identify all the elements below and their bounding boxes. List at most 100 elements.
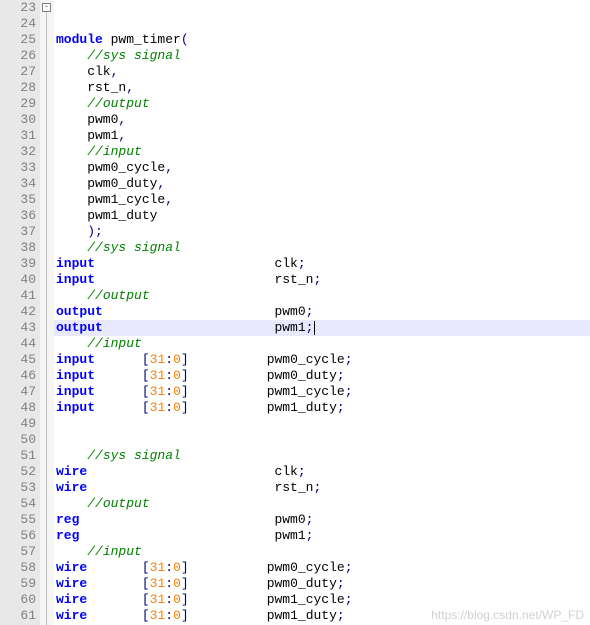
line-number: 56 xyxy=(0,528,36,544)
code-token: clk xyxy=(87,464,298,479)
code-token: pwm1_duty xyxy=(56,208,157,223)
code-token: 0 xyxy=(173,352,181,367)
code-token: [ xyxy=(142,592,150,607)
code-token: 31 xyxy=(150,384,166,399)
code-line[interactable]: //output xyxy=(54,288,590,304)
code-token: pwm1 xyxy=(79,528,305,543)
code-line[interactable]: input [31:0] pwm0_cycle; xyxy=(54,352,590,368)
line-number: 53 xyxy=(0,480,36,496)
code-token xyxy=(56,416,64,431)
code-line[interactable]: pwm1, xyxy=(54,128,590,144)
line-number: 26 xyxy=(0,48,36,64)
code-line[interactable]: wire rst_n; xyxy=(54,480,590,496)
code-token: [ xyxy=(142,384,150,399)
code-token: ; xyxy=(337,576,345,591)
code-token: pwm0 xyxy=(103,304,306,319)
code-line[interactable]: //input xyxy=(54,336,590,352)
code-token: input xyxy=(56,384,95,399)
line-number: 25 xyxy=(0,32,36,48)
code-token: input xyxy=(56,400,95,415)
code-token: //output xyxy=(87,288,149,303)
code-token: , xyxy=(118,112,126,127)
code-line[interactable]: wire [31:0] pwm0_cycle; xyxy=(54,560,590,576)
code-token: 0 xyxy=(173,592,181,607)
code-token xyxy=(95,400,142,415)
fold-guide-line xyxy=(46,12,47,625)
code-token: ; xyxy=(345,560,353,575)
code-line[interactable]: ); xyxy=(54,224,590,240)
code-line[interactable] xyxy=(54,432,590,448)
code-line[interactable]: input [31:0] pwm1_cycle; xyxy=(54,384,590,400)
code-token: ; xyxy=(337,368,345,383)
line-number: 23 xyxy=(0,0,36,16)
code-token: , xyxy=(157,176,165,191)
code-line[interactable]: //input xyxy=(54,544,590,560)
code-token: //output xyxy=(87,496,149,511)
code-line[interactable]: wire clk; xyxy=(54,464,590,480)
line-number: 44 xyxy=(0,336,36,352)
code-token: pwm0_cycle xyxy=(56,160,165,175)
code-token xyxy=(87,560,142,575)
code-line[interactable]: reg pwm1; xyxy=(54,528,590,544)
code-line[interactable]: output pwm0; xyxy=(54,304,590,320)
code-token xyxy=(56,240,87,255)
code-token xyxy=(56,336,87,351)
code-line[interactable]: wire [31:0] pwm1_duty; xyxy=(54,608,590,624)
line-number-gutter: 2324252627282930313233343536373839404142… xyxy=(0,0,40,625)
code-token: ; xyxy=(306,512,314,527)
code-line[interactable]: //output xyxy=(54,96,590,112)
code-token: wire xyxy=(56,464,87,479)
code-line[interactable]: output pwm1; xyxy=(54,320,590,336)
code-token: clk xyxy=(95,256,298,271)
line-number: 30 xyxy=(0,112,36,128)
code-line[interactable]: module pwm_timer( xyxy=(54,32,590,48)
code-token: ; xyxy=(313,480,321,495)
code-token xyxy=(56,432,64,447)
code-area[interactable]: module pwm_timer( //sys signal clk, rst_… xyxy=(54,0,590,625)
line-number: 27 xyxy=(0,64,36,80)
code-token: //sys signal xyxy=(87,448,181,463)
code-token: : xyxy=(165,384,173,399)
code-token: : xyxy=(165,400,173,415)
code-line[interactable]: //input xyxy=(54,144,590,160)
code-token: ; xyxy=(298,256,306,271)
code-line[interactable]: //sys signal xyxy=(54,48,590,64)
code-token: module xyxy=(56,32,111,47)
fold-toggle[interactable]: - xyxy=(42,3,51,12)
code-line[interactable]: input [31:0] pwm1_duty; xyxy=(54,400,590,416)
code-token xyxy=(56,144,87,159)
code-line[interactable]: input [31:0] pwm0_duty; xyxy=(54,368,590,384)
code-line[interactable]: pwm0, xyxy=(54,112,590,128)
code-line[interactable]: input clk; xyxy=(54,256,590,272)
code-token: input xyxy=(56,272,95,287)
code-token: ; xyxy=(306,320,314,335)
code-line[interactable]: //sys signal xyxy=(54,448,590,464)
line-number: 55 xyxy=(0,512,36,528)
code-line[interactable]: clk, xyxy=(54,64,590,80)
code-line[interactable]: rst_n, xyxy=(54,80,590,96)
code-token: pwm1 xyxy=(56,128,118,143)
code-token: output xyxy=(56,304,103,319)
code-line[interactable]: wire [31:0] pwm0_duty; xyxy=(54,576,590,592)
line-number: 34 xyxy=(0,176,36,192)
code-token: , xyxy=(126,80,134,95)
code-line[interactable]: pwm0_duty, xyxy=(54,176,590,192)
code-line[interactable]: //output xyxy=(54,496,590,512)
code-line[interactable]: pwm1_duty xyxy=(54,208,590,224)
code-token: pwm0_duty xyxy=(56,176,157,191)
code-token: wire xyxy=(56,560,87,575)
code-line[interactable]: pwm0_cycle, xyxy=(54,160,590,176)
code-line[interactable]: input rst_n; xyxy=(54,272,590,288)
code-token: //sys signal xyxy=(87,48,181,63)
line-number: 40 xyxy=(0,272,36,288)
code-token: ; xyxy=(337,608,345,623)
line-number: 24 xyxy=(0,16,36,32)
code-token: //input xyxy=(87,544,142,559)
code-line[interactable]: pwm1_cycle, xyxy=(54,192,590,208)
code-line[interactable]: wire [31:0] pwm1_cycle; xyxy=(54,592,590,608)
code-line[interactable]: reg pwm0; xyxy=(54,512,590,528)
code-token: 31 xyxy=(150,592,166,607)
code-token: [ xyxy=(142,608,150,623)
code-line[interactable]: //sys signal xyxy=(54,240,590,256)
code-line[interactable] xyxy=(54,416,590,432)
